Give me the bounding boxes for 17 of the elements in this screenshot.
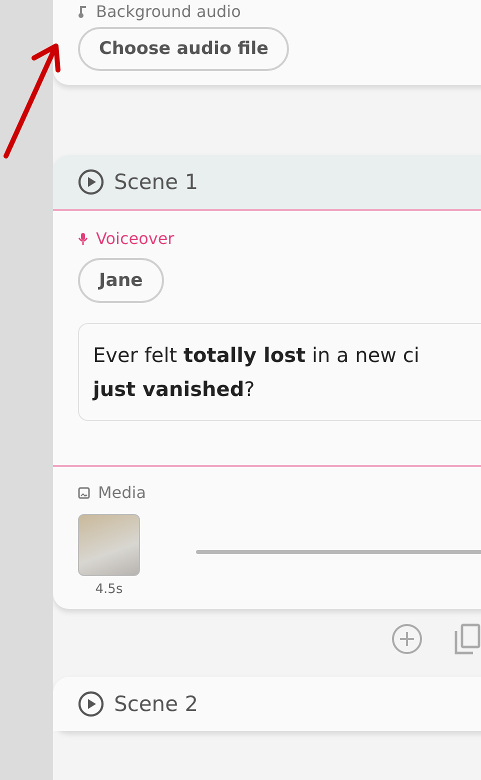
media-label: Media (98, 483, 146, 502)
clip-duration: 4.5s (95, 582, 123, 597)
microphone-icon (78, 232, 88, 246)
voiceover-label: Voiceover (96, 229, 174, 248)
add-icon[interactable] (391, 623, 423, 655)
copy-icon[interactable] (453, 623, 481, 655)
play-icon[interactable] (78, 691, 104, 717)
scene-title: Scene 1 (114, 170, 198, 194)
photo-placeholder[interactable] (78, 514, 140, 576)
script-text-field[interactable]: Ever felt totally lost in a new ci just vanished? (78, 323, 481, 421)
voice-button[interactable]: Jane (78, 258, 164, 303)
choose-audio-button[interactable]: Choose audio file (78, 27, 290, 71)
music-note-icon (78, 6, 88, 18)
play-icon[interactable] (78, 169, 104, 195)
scene-title: Scene 2 (114, 692, 198, 716)
section-label: Background audio (96, 2, 241, 21)
image-icon (78, 486, 90, 498)
